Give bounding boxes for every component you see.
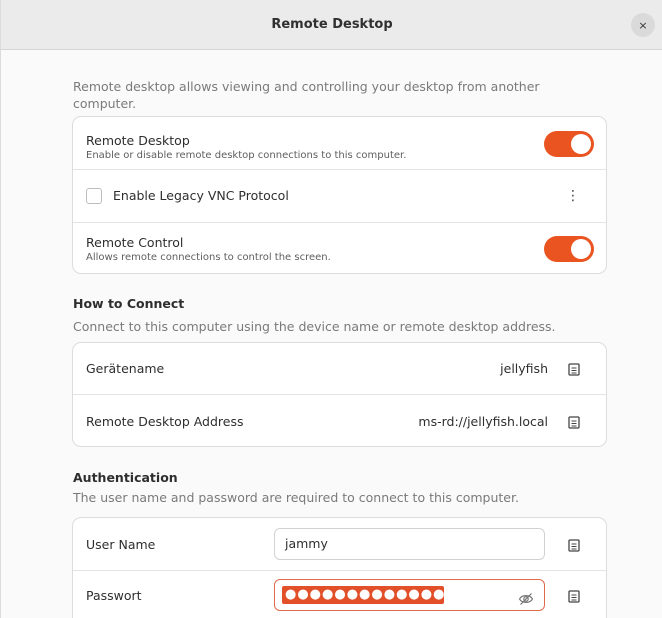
rd-address-value: ms-rd://jellyfish.local — [418, 414, 548, 429]
legacy-vnc-label: Enable Legacy VNC Protocol — [113, 188, 289, 203]
authentication-title: Authentication — [73, 470, 178, 485]
device-name-row: Gerätename jellyfish — [73, 343, 606, 395]
password-masked-value: ●●●●●●●●●●●●● — [282, 586, 444, 604]
how-to-connect-title: How to Connect — [73, 296, 185, 311]
username-field[interactable]: jammy — [274, 528, 545, 560]
title-bar: Remote Desktop × — [1, 0, 662, 50]
remote-control-subtitle: Allows remote connections to control the… — [86, 252, 331, 263]
password-label: Passwort — [86, 588, 142, 603]
legacy-vnc-row: Enable Legacy VNC Protocol ⋮ — [73, 170, 606, 223]
close-button[interactable]: × — [631, 13, 655, 37]
device-name-label: Gerätename — [86, 361, 165, 376]
remote-desktop-row: Remote Desktop Enable or disable remote … — [73, 117, 606, 170]
password-row: Passwort ●●●●●●●●●●●●● — [73, 571, 606, 618]
rd-address-label: Remote Desktop Address — [86, 414, 244, 429]
legacy-vnc-checkbox[interactable] — [86, 188, 102, 204]
remote-desktop-window: Remote Desktop × Remote desktop allows v… — [0, 0, 662, 618]
authentication-card: User Name jammy Passwort ●●●●●●●●●●●●● — [72, 517, 607, 618]
remote-control-title: Remote Control — [86, 235, 184, 250]
copy-icon[interactable] — [568, 363, 580, 376]
username-label: User Name — [86, 537, 156, 552]
eye-off-icon[interactable] — [518, 588, 534, 605]
connect-card: Gerätename jellyfish Remote Desktop Addr… — [72, 342, 607, 447]
kebab-menu-icon[interactable]: ⋮ — [566, 189, 580, 203]
remote-control-toggle[interactable] — [544, 236, 594, 262]
sharing-card: Remote Desktop Enable or disable remote … — [72, 116, 607, 274]
username-row: User Name jammy — [73, 518, 606, 571]
toggle-knob — [571, 239, 591, 259]
copy-icon[interactable] — [568, 416, 580, 429]
close-icon: × — [638, 18, 648, 32]
copy-icon[interactable] — [568, 590, 580, 603]
how-to-connect-subtitle: Connect to this computer using the devic… — [73, 319, 556, 334]
toggle-knob — [571, 134, 591, 154]
authentication-subtitle: The user name and password are required … — [73, 490, 519, 505]
rd-address-row: Remote Desktop Address ms-rd://jellyfish… — [73, 395, 606, 446]
intro-text: Remote desktop allows viewing and contro… — [73, 79, 540, 111]
username-value: jammy — [285, 536, 328, 551]
remote-desktop-title: Remote Desktop — [86, 133, 190, 148]
password-field[interactable]: ●●●●●●●●●●●●● — [274, 579, 545, 611]
window-title: Remote Desktop — [271, 17, 393, 32]
device-name-value: jellyfish — [500, 361, 548, 376]
remote-desktop-subtitle: Enable or disable remote desktop connect… — [86, 150, 407, 161]
remote-desktop-toggle[interactable] — [544, 131, 594, 157]
copy-icon[interactable] — [568, 539, 580, 552]
remote-control-row: Remote Control Allows remote connections… — [73, 223, 606, 273]
